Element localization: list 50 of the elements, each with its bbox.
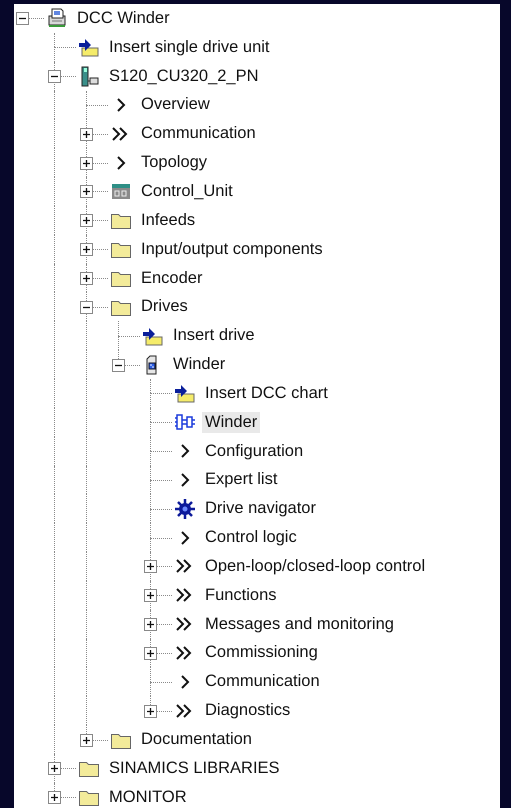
expand-toggle[interactable] <box>144 560 157 574</box>
tree-item[interactable]: MONITOR <box>106 786 190 808</box>
tree-item[interactable]: Configuration <box>202 440 306 462</box>
expand-toggle[interactable] <box>48 70 61 84</box>
tree-item[interactable]: Overview <box>138 94 213 116</box>
expand-toggle[interactable] <box>144 646 157 660</box>
arrow-folder-icon <box>174 382 196 404</box>
tree-item[interactable]: Documentation <box>138 729 255 750</box>
expand-toggle[interactable] <box>144 618 157 632</box>
tree-item[interactable]: Control logic <box>202 527 300 548</box>
expand-toggle[interactable] <box>48 791 61 804</box>
expand-toggle[interactable] <box>80 214 93 228</box>
expand-toggle[interactable] <box>80 156 93 170</box>
tree-item[interactable]: Winder <box>202 412 260 433</box>
tree-item[interactable]: Insert DCC chart <box>202 382 331 404</box>
tree-item[interactable]: Insert drive <box>170 325 258 346</box>
tree-item[interactable]: SINAMICS LIBRARIES <box>106 758 283 779</box>
tree-item[interactable]: Communication <box>138 123 259 144</box>
gear-icon <box>174 498 196 520</box>
expand-toggle[interactable] <box>144 589 157 602</box>
expand-toggle[interactable] <box>80 300 93 314</box>
tree-item[interactable]: Functions <box>202 584 280 606</box>
tree-item[interactable]: Communication <box>202 671 323 692</box>
tree-item[interactable]: Control_Unit <box>138 180 236 202</box>
tree-item[interactable]: Open-loop/closed-loop control <box>202 556 428 577</box>
arrow-folder-icon <box>78 36 100 58</box>
tree-item[interactable]: Winder <box>170 354 228 376</box>
tree-item[interactable]: DCC Winder <box>74 8 173 29</box>
expand-toggle[interactable] <box>112 358 125 372</box>
tree-item[interactable]: Diagnostics <box>202 700 294 722</box>
tree-item[interactable]: Commissioning <box>202 642 321 664</box>
tree-item[interactable]: Encoder <box>138 268 206 289</box>
tree-item[interactable]: S120_CU320_2_PN <box>106 66 262 87</box>
tree-item[interactable]: Input/output components <box>138 238 326 260</box>
expand-toggle[interactable] <box>16 12 29 26</box>
tree-item[interactable]: Infeeds <box>138 210 198 231</box>
tree-item[interactable]: Topology <box>138 152 210 174</box>
expand-toggle[interactable] <box>80 272 93 286</box>
expand-toggle[interactable] <box>144 704 157 718</box>
tree-item[interactable]: Expert list <box>202 469 280 490</box>
device-icon <box>46 7 68 30</box>
tree-item[interactable]: Messages and monitoring <box>202 614 397 635</box>
expand-toggle[interactable] <box>80 185 93 198</box>
expand-toggle[interactable] <box>80 734 93 747</box>
tree-item[interactable]: Drives <box>138 296 191 318</box>
tree-item[interactable]: Insert single drive unit <box>106 36 272 58</box>
expand-toggle[interactable] <box>80 128 93 141</box>
expand-toggle[interactable] <box>48 762 61 776</box>
expand-toggle[interactable] <box>80 243 93 256</box>
tree-item[interactable]: Drive navigator <box>202 498 319 520</box>
